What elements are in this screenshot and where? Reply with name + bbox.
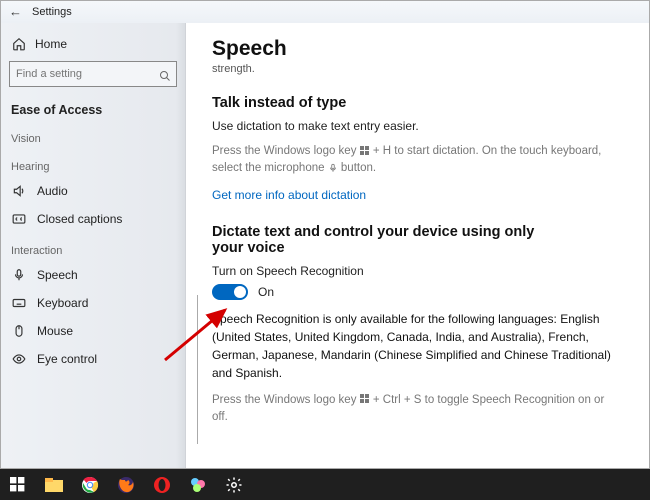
taskbar-firefox[interactable] — [108, 469, 144, 500]
sidebar-group-interaction: Interaction — [1, 233, 185, 261]
back-icon[interactable]: ← — [9, 4, 22, 19]
separator-line — [197, 295, 198, 444]
toggle-label: Turn on Speech Recognition — [212, 264, 623, 278]
toggle-state: On — [258, 285, 274, 299]
settings-window: ← Settings Home Ease of Access Vision He… — [0, 0, 650, 469]
sidebar-item-label: Eye control — [37, 352, 97, 366]
languages-note: Speech Recognition is only available for… — [212, 310, 612, 382]
search-wrap — [1, 57, 185, 95]
mouse-icon — [11, 324, 27, 338]
microphone-icon — [328, 162, 338, 174]
sidebar-item-keyboard[interactable]: Keyboard — [1, 289, 185, 317]
dictation-hint: Press the Windows logo key + H to start … — [212, 143, 623, 178]
taskbar-start[interactable] — [0, 469, 36, 500]
dictation-info-link[interactable]: Get more info about dictation — [212, 188, 623, 202]
sidebar-item-label: Mouse — [37, 324, 73, 338]
sidebar-home[interactable]: Home — [1, 31, 185, 57]
taskbar-explorer[interactable] — [36, 469, 72, 500]
sidebar-item-label: Speech — [37, 268, 78, 282]
speech-recognition-toggle[interactable] — [212, 284, 248, 300]
keyboard-icon — [11, 296, 27, 310]
eye-icon — [11, 352, 27, 366]
taskbar — [0, 469, 650, 500]
sidebar-section-title: Ease of Access — [1, 95, 185, 121]
windows-logo-icon — [360, 146, 370, 156]
home-icon — [11, 37, 27, 51]
dictation-desc: Use dictation to make text entry easier. — [212, 119, 623, 133]
page-subtitle: strength. — [212, 63, 623, 75]
sidebar-group-hearing: Hearing — [1, 149, 185, 177]
section-heading-talk: Talk instead of type — [212, 95, 623, 111]
window-title: Settings — [32, 6, 72, 18]
sidebar-item-label: Closed captions — [37, 212, 122, 226]
taskbar-app[interactable] — [180, 469, 216, 500]
section-heading-dictate: Dictate text and control your device usi… — [212, 224, 552, 256]
main-content: Speech strength. Talk instead of type Us… — [186, 23, 649, 468]
closed-captions-icon — [11, 212, 27, 226]
taskbar-chrome[interactable] — [72, 469, 108, 500]
titlebar: ← Settings — [1, 1, 649, 23]
search-input[interactable] — [9, 61, 177, 87]
sidebar-item-audio[interactable]: Audio — [1, 177, 185, 205]
speech-icon — [11, 268, 27, 282]
sidebar-item-label: Audio — [37, 184, 68, 198]
sidebar-item-eye-control[interactable]: Eye control — [1, 345, 185, 373]
toggle-hint: Press the Windows logo key + Ctrl + S to… — [212, 392, 623, 427]
sidebar: Home Ease of Access Vision Hearing Audio — [1, 23, 186, 468]
search-icon — [159, 70, 171, 82]
windows-logo-icon — [360, 394, 370, 404]
taskbar-settings[interactable] — [216, 469, 252, 500]
sidebar-home-label: Home — [35, 37, 67, 51]
sidebar-group-vision: Vision — [1, 121, 185, 149]
taskbar-opera[interactable] — [144, 469, 180, 500]
sidebar-item-speech[interactable]: Speech — [1, 261, 185, 289]
sidebar-item-mouse[interactable]: Mouse — [1, 317, 185, 345]
page-title: Speech — [212, 37, 623, 61]
sidebar-item-label: Keyboard — [37, 296, 88, 310]
sidebar-item-closed-captions[interactable]: Closed captions — [1, 205, 185, 233]
audio-icon — [11, 184, 27, 198]
